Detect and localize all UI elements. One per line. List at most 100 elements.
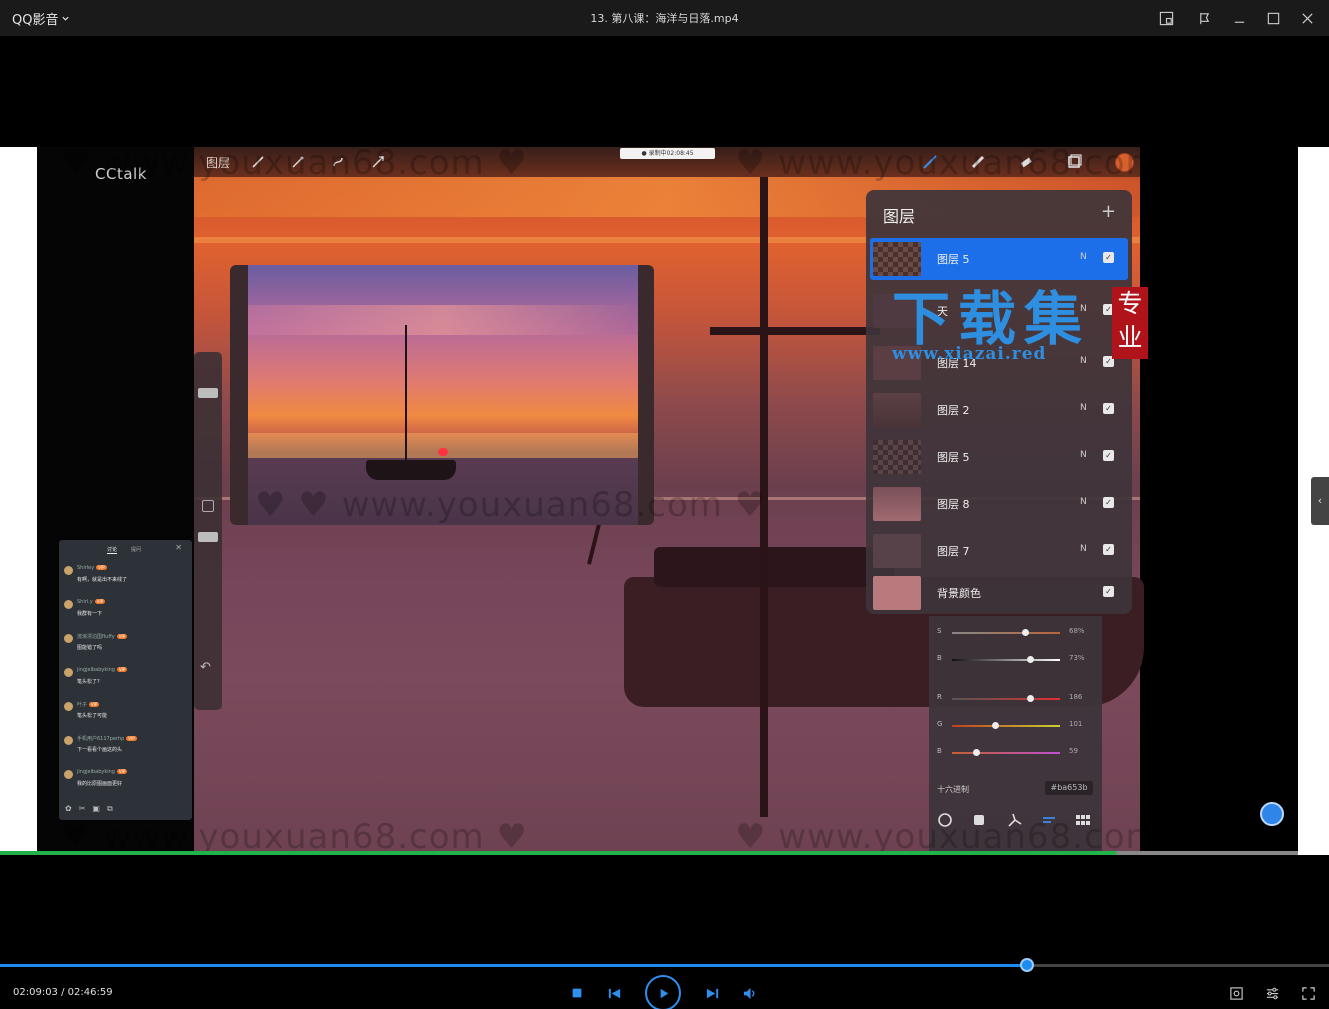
hex-input[interactable]: #ba653b: [1045, 781, 1093, 795]
chat-text: 我群有一下: [77, 611, 103, 617]
title-bar: QQ影音 13. 第八课：海洋与日落.mp4: [0, 0, 1329, 36]
flower-icon[interactable]: ✿: [65, 804, 72, 814]
blue-slider[interactable]: B 59: [937, 747, 1097, 759]
layer-row-background[interactable]: 背景颜色 ✓: [870, 572, 1128, 614]
size-knob[interactable]: [198, 388, 218, 398]
video-frame[interactable]: CCtalk 图层 ● 录制中02:08:45 ↶ 讨论 提问 ✕ Shirle…: [0, 147, 1298, 855]
visibility-checkbox[interactable]: ✓: [1103, 586, 1114, 597]
slider-label: G: [937, 720, 943, 728]
layer-row[interactable]: 图层 8 N ✓: [870, 483, 1128, 525]
play-button[interactable]: [645, 975, 681, 1009]
layer-name: 图层 8: [937, 498, 970, 511]
user-tag: VIP: [116, 667, 128, 672]
brush-size-slider[interactable]: ↶: [194, 352, 222, 710]
chat-text: 我的比原图画面更好: [77, 781, 123, 787]
blend-mode[interactable]: N: [1080, 450, 1087, 460]
value-mode-icon[interactable]: [1041, 812, 1057, 828]
slider-dot[interactable]: [1027, 695, 1035, 702]
pin-button[interactable]: [1194, 8, 1214, 28]
image-icon[interactable]: ▣: [92, 804, 100, 814]
time-current: 02:09:03: [13, 987, 58, 998]
mini-mode-icon: [1159, 11, 1173, 25]
mini-mode-button[interactable]: [1156, 8, 1176, 28]
chat-toolbar: ✿ ✂ ▣ ⧉: [65, 804, 113, 814]
chat-name: Shirley VIP: [77, 565, 107, 571]
layer-row[interactable]: 图层 2 N ✓: [870, 389, 1128, 431]
fullscreen-button[interactable]: [1299, 985, 1317, 1001]
screenshot-icon[interactable]: ⧉: [107, 804, 113, 814]
stop-button[interactable]: [569, 985, 585, 1001]
gallery-label: 图层: [206, 156, 231, 170]
layer-thumbnail: [873, 242, 921, 276]
disc-mode-icon[interactable]: [937, 812, 953, 828]
previous-icon: [608, 988, 620, 998]
chat-bubble-icon[interactable]: [1260, 802, 1284, 826]
palette-mode-icon[interactable]: [1075, 812, 1091, 828]
scissors-icon[interactable]: ✂: [79, 804, 86, 814]
recording-badge: ● 录制中02:08:45: [620, 148, 715, 159]
visibility-checkbox[interactable]: ✓: [1103, 450, 1114, 461]
avatar: [64, 668, 73, 677]
layer-thumbnail: [873, 534, 921, 568]
visibility-checkbox[interactable]: ✓: [1103, 403, 1114, 414]
tab-question[interactable]: 提问: [131, 546, 141, 554]
mast: [760, 177, 768, 817]
user-tag: VIP: [89, 702, 100, 707]
chat-name-text: jingjelbabyking: [77, 667, 115, 673]
magic-wand-icon: [292, 156, 304, 168]
eraser-icon: [1020, 157, 1032, 168]
undo-icon[interactable]: ↶: [200, 660, 211, 675]
classic-mode-icon[interactable]: [971, 812, 987, 828]
seek-bar[interactable]: [0, 964, 1329, 967]
visibility-checkbox[interactable]: ✓: [1103, 497, 1114, 508]
chat-close-icon[interactable]: ✕: [175, 543, 182, 552]
chat-name-text: Shirl.y: [77, 599, 93, 605]
saturation-slider[interactable]: S 68%: [937, 627, 1097, 639]
red-slider[interactable]: R 186: [937, 693, 1097, 705]
slider-dot[interactable]: [1021, 629, 1029, 636]
screenshot-button[interactable]: [1227, 985, 1245, 1001]
slider-dot[interactable]: [973, 749, 981, 756]
green-slider[interactable]: G 101: [937, 720, 1097, 732]
slider-dot[interactable]: [991, 722, 999, 729]
player-window: QQ影音 13. 第八课：海洋与日落.mp4 CCtalk 图层 ● 录制中02…: [0, 0, 1329, 1009]
modify-button[interactable]: [202, 500, 214, 512]
volume-button[interactable]: [740, 985, 760, 1001]
settings-button[interactable]: [1263, 985, 1281, 1001]
maximize-button[interactable]: [1263, 8, 1283, 28]
layer-name: 图层 5: [937, 451, 970, 464]
cctalk-logo: CCtalk: [95, 165, 147, 183]
layer-thumbnail: [873, 393, 921, 427]
slider-dot[interactable]: [1027, 656, 1035, 663]
layer-row[interactable]: 图层 7 N ✓: [870, 530, 1128, 572]
chat-name-text: jingjelbabyking: [77, 769, 115, 775]
close-button[interactable]: [1297, 8, 1317, 28]
blend-mode[interactable]: N: [1080, 403, 1087, 413]
user-tag: VIP: [96, 565, 107, 570]
chat-text: 图能错了吗: [77, 645, 103, 651]
visibility-checkbox[interactable]: ✓: [1103, 544, 1114, 555]
minimize-icon: [1234, 21, 1244, 23]
side-panel-toggle[interactable]: ‹: [1311, 477, 1329, 525]
chat-message: 手机用户6117perhp VIP 下一看看个画这的头: [63, 735, 188, 765]
chat-tabs: 讨论 提问: [107, 546, 141, 554]
harmony-mode-icon[interactable]: [1007, 812, 1023, 828]
chat-name: 叶子 VIP: [77, 701, 100, 708]
add-layer-button[interactable]: +: [1101, 201, 1116, 222]
brightness-slider[interactable]: B 73%: [937, 654, 1097, 666]
minimize-button[interactable]: [1229, 8, 1249, 28]
previous-button[interactable]: [605, 985, 623, 1001]
blend-mode[interactable]: N: [1080, 497, 1087, 507]
next-button[interactable]: [703, 985, 721, 1001]
chat-message: jingjelbabyking VIP 我的比原图画面更好: [63, 769, 188, 799]
chat-message: Shirley VIP 有啊，就是出不来线了: [63, 565, 188, 595]
blend-mode[interactable]: N: [1080, 252, 1087, 262]
opacity-knob[interactable]: [198, 532, 218, 542]
visibility-checkbox[interactable]: ✓: [1103, 252, 1114, 263]
seek-thumb[interactable]: [1020, 958, 1035, 972]
slider-track: [952, 632, 1060, 634]
maximize-icon: [1267, 12, 1279, 24]
blend-mode[interactable]: N: [1080, 544, 1087, 554]
tab-discussion[interactable]: 讨论: [107, 546, 118, 554]
layer-row[interactable]: 图层 5 N ✓: [870, 436, 1128, 478]
